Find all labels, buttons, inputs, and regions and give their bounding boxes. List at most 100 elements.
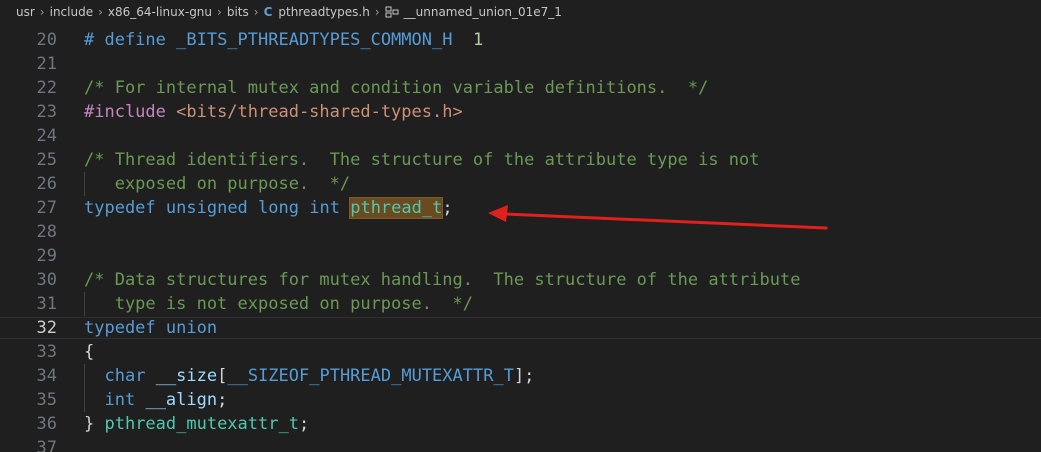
code-text: /* Thread identifiers. The structure of … (84, 148, 760, 172)
code-line[interactable]: 22 /* For internal mutex and condition va… (0, 76, 1041, 100)
code-token: #include (84, 102, 177, 122)
code-text: #include <bits/thread-shared-types.h> (84, 100, 463, 124)
breadcrumb-item-include[interactable]: include (50, 5, 93, 19)
code-line[interactable]: 25 /* Thread identifiers. The structure o… (0, 148, 1041, 172)
breadcrumb-item-arch[interactable]: x86_64-linux-gnu (108, 5, 212, 19)
code-token: char (104, 366, 146, 386)
chevron-right-icon: › (253, 5, 259, 19)
code-editor[interactable]: 20 # define _BITS_PTHREADTYPES_COMMON_H 1… (0, 24, 1041, 452)
code-token: /* Data structures for mutex handling. T… (84, 270, 801, 290)
code-token: } (84, 414, 105, 434)
code-token: [ (217, 366, 228, 386)
breadcrumb-item-symbol[interactable]: __unnamed_union_01e7_1 (404, 5, 562, 19)
code-token: ; (217, 390, 228, 410)
line-number: 26 (36, 174, 57, 194)
code-line[interactable]: 23 #include <bits/thread-shared-types.h> (0, 100, 1041, 124)
code-token: __SIZEOF_PTHREAD_MUTEXATTR_T (227, 366, 514, 386)
code-line[interactable]: 20 # define _BITS_PTHREADTYPES_COMMON_H 1 (0, 28, 1041, 52)
code-line[interactable]: 33 { (0, 340, 1041, 364)
code-token: { (84, 342, 95, 362)
union-symbol-icon (385, 6, 399, 18)
code-line[interactable]: 36} pthread_mutexattr_t; (0, 412, 1041, 436)
line-number: 21 (36, 54, 57, 74)
code-line[interactable]: 37 (0, 436, 1041, 452)
line-number: 29 (36, 246, 57, 266)
code-token: <bits/thread-shared-types.h> (176, 102, 463, 122)
line-number: 33 (36, 342, 57, 362)
code-token: typedef (84, 318, 156, 338)
code-token: unsigned (165, 198, 248, 218)
code-token: __align (145, 390, 218, 410)
code-text: exposed on purpose. */ (84, 172, 350, 196)
code-line[interactable]: 30 /* Data structures for mutex handling.… (0, 268, 1041, 292)
code-text: } pthread_mutexattr_t; (84, 412, 309, 436)
line-number: 35 (36, 390, 57, 410)
line-number: 30 (36, 270, 57, 290)
code-token: # define (84, 30, 177, 50)
code-token: union (165, 318, 218, 338)
code-text: typedef union (84, 316, 217, 340)
line-number: 22 (36, 78, 57, 98)
code-token: int (104, 390, 136, 410)
c-file-icon: C (263, 5, 273, 19)
code-token: /* Thread identifiers. The structure of … (84, 150, 760, 170)
line-number: 27 (36, 198, 57, 218)
code-token: exposed on purpose. */ (84, 174, 351, 194)
line-number: 28 (36, 222, 57, 242)
code-token: ; (298, 414, 310, 434)
line-number: 24 (36, 126, 57, 146)
code-line[interactable]: 24 (0, 124, 1041, 148)
code-line[interactable]: 31 type is not exposed on purpose. */ (0, 292, 1041, 316)
code-token: typedef (84, 198, 156, 218)
code-text: type is not exposed on purpose. */ (84, 292, 473, 316)
code-token: _BITS_PTHREADTYPES_COMMON_H (176, 30, 453, 50)
code-line[interactable]: 27 typedef unsigned long int pthread_t; (0, 196, 1041, 220)
code-token: __size (155, 366, 218, 386)
code-text: typedef unsigned long int pthread_t; (84, 196, 453, 220)
chevron-right-icon: › (217, 5, 222, 19)
line-number: 32 (36, 318, 57, 338)
code-token: /* For internal mutex and condition vari… (84, 78, 709, 98)
highlighted-symbol: pthread_t (349, 197, 444, 219)
breadcrumb-item-bits[interactable]: bits (227, 5, 249, 19)
code-text: /* Data structures for mutex handling. T… (84, 268, 800, 292)
code-text: char __size[__SIZEOF_PTHREAD_MUTEXATTR_T… (84, 364, 534, 388)
code-text: { (84, 340, 94, 364)
indent-guide (84, 292, 85, 316)
code-line[interactable]: 34 char __size[__SIZEOF_PTHREAD_MUTEXATT… (0, 364, 1041, 388)
code-text: # define _BITS_PTHREADTYPES_COMMON_H 1 (84, 28, 483, 52)
line-number: 34 (36, 366, 57, 386)
code-line[interactable]: 21 (0, 52, 1041, 76)
code-token: ; (442, 198, 453, 218)
line-number: 25 (36, 150, 57, 170)
code-token: pthread_mutexattr_t (104, 414, 299, 434)
code-line[interactable]: 35 int __align; (0, 388, 1041, 412)
code-token: 1 (472, 30, 484, 50)
line-number: 20 (36, 30, 57, 50)
line-number: 36 (36, 414, 57, 434)
line-number: 37 (36, 438, 57, 452)
breadcrumb: usr › include › x86_64-linux-gnu › bits … (0, 0, 1041, 24)
line-number: 23 (36, 102, 57, 122)
code-line[interactable]: 29 (0, 244, 1041, 268)
breadcrumb-item-file[interactable]: pthreadtypes.h (278, 5, 369, 19)
code-line[interactable]: 32 typedef union (0, 316, 1041, 340)
code-token: type is not exposed on purpose. */ (84, 294, 473, 314)
indent-guide (84, 364, 85, 412)
chevron-right-icon: › (98, 5, 103, 19)
breadcrumb-item-usr[interactable]: usr (16, 5, 35, 19)
code-line[interactable]: 26 exposed on purpose. */ (0, 172, 1041, 196)
code-text: /* For internal mutex and condition vari… (84, 76, 708, 100)
code-line[interactable]: 28 (0, 220, 1041, 244)
code-text: int __align; (84, 388, 227, 412)
indent-guide (84, 172, 85, 196)
